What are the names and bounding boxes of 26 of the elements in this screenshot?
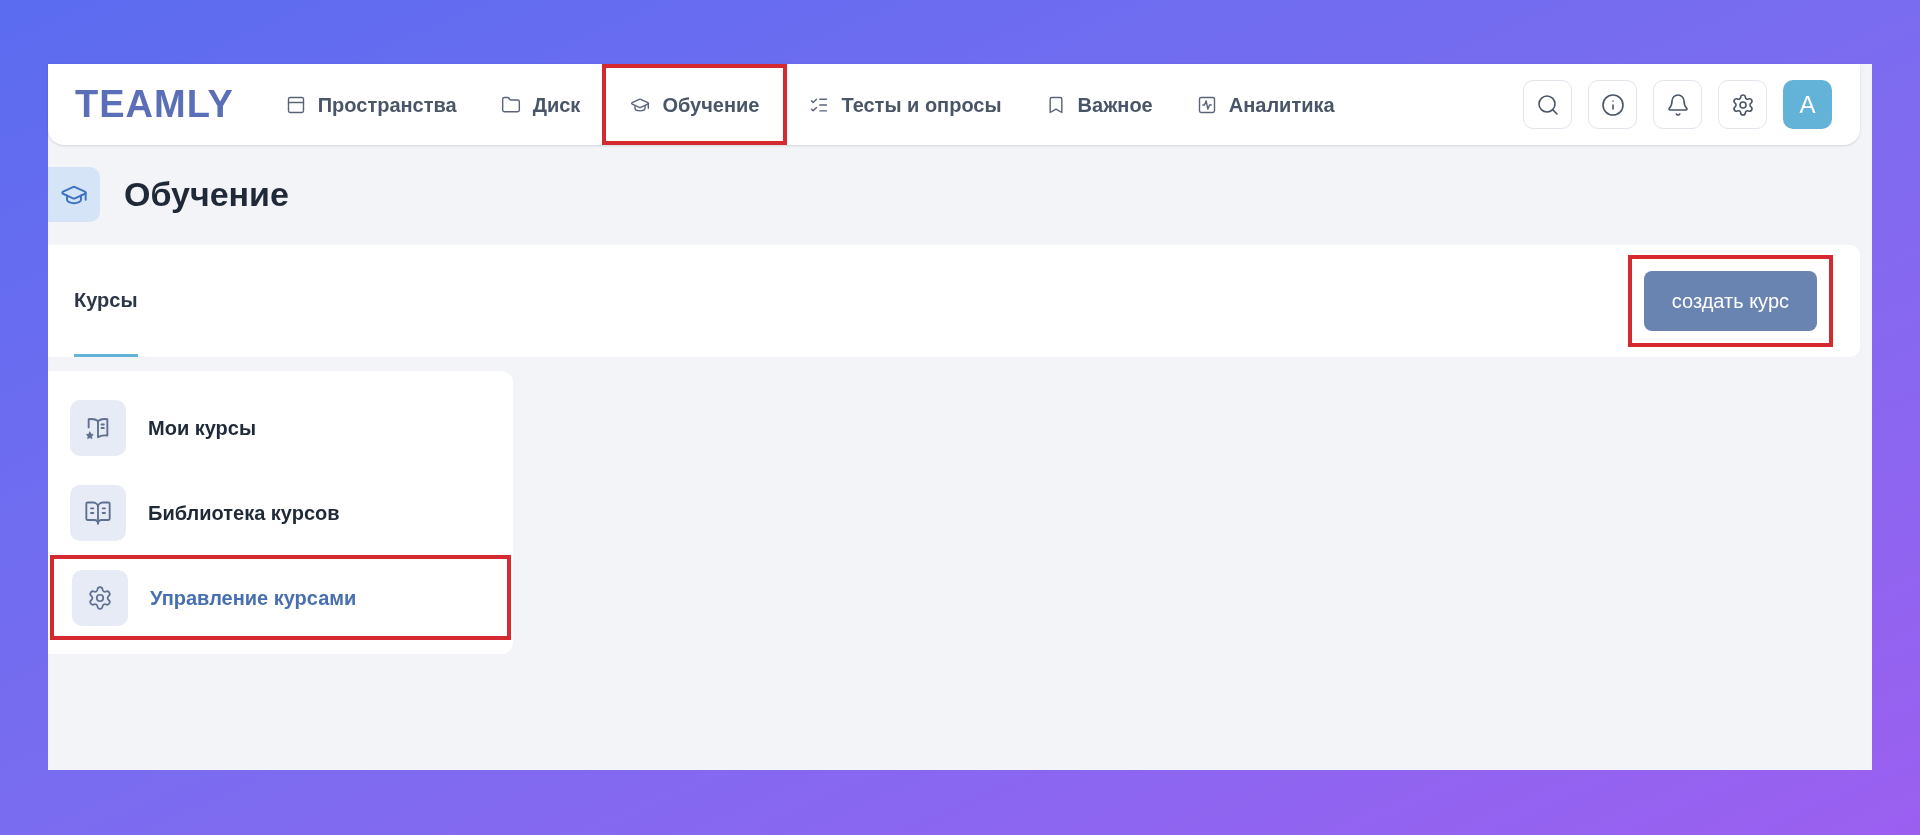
nav-link[interactable]: Важное [1023,64,1175,145]
settings-icon [87,584,113,611]
tab[interactable]: Курсы [74,245,138,357]
settings-icon [1730,92,1755,117]
page-title: Обучение [124,174,289,215]
bell-icon [1665,92,1690,117]
nav-link[interactable]: Пространства [263,64,479,145]
folder-icon [500,94,521,115]
graduation-cap-icon [48,167,100,222]
info-button[interactable] [1588,80,1637,129]
sidebar-item[interactable]: Библиотека курсов [48,470,513,555]
search-button[interactable] [1523,80,1572,129]
nav-link[interactable]: Тесты и опросы [787,64,1024,145]
nav-link[interactable]: Обучение [602,64,788,145]
nav-link[interactable]: Диск [478,64,603,145]
sidebar-item[interactable]: Мои курсы [48,385,513,470]
create-course-button[interactable]: создать курс [1643,271,1817,331]
chart-icon [1196,94,1217,115]
settings-button[interactable] [1718,80,1767,129]
notifications-button[interactable] [1653,80,1702,129]
sidebar-item[interactable]: Управление курсами [50,555,511,640]
logo[interactable]: TEAMLY [75,76,234,133]
info-icon [1600,92,1625,117]
search-icon [1535,92,1560,117]
nav-link[interactable]: Аналитика [1174,64,1357,145]
panel-icon [285,94,306,115]
